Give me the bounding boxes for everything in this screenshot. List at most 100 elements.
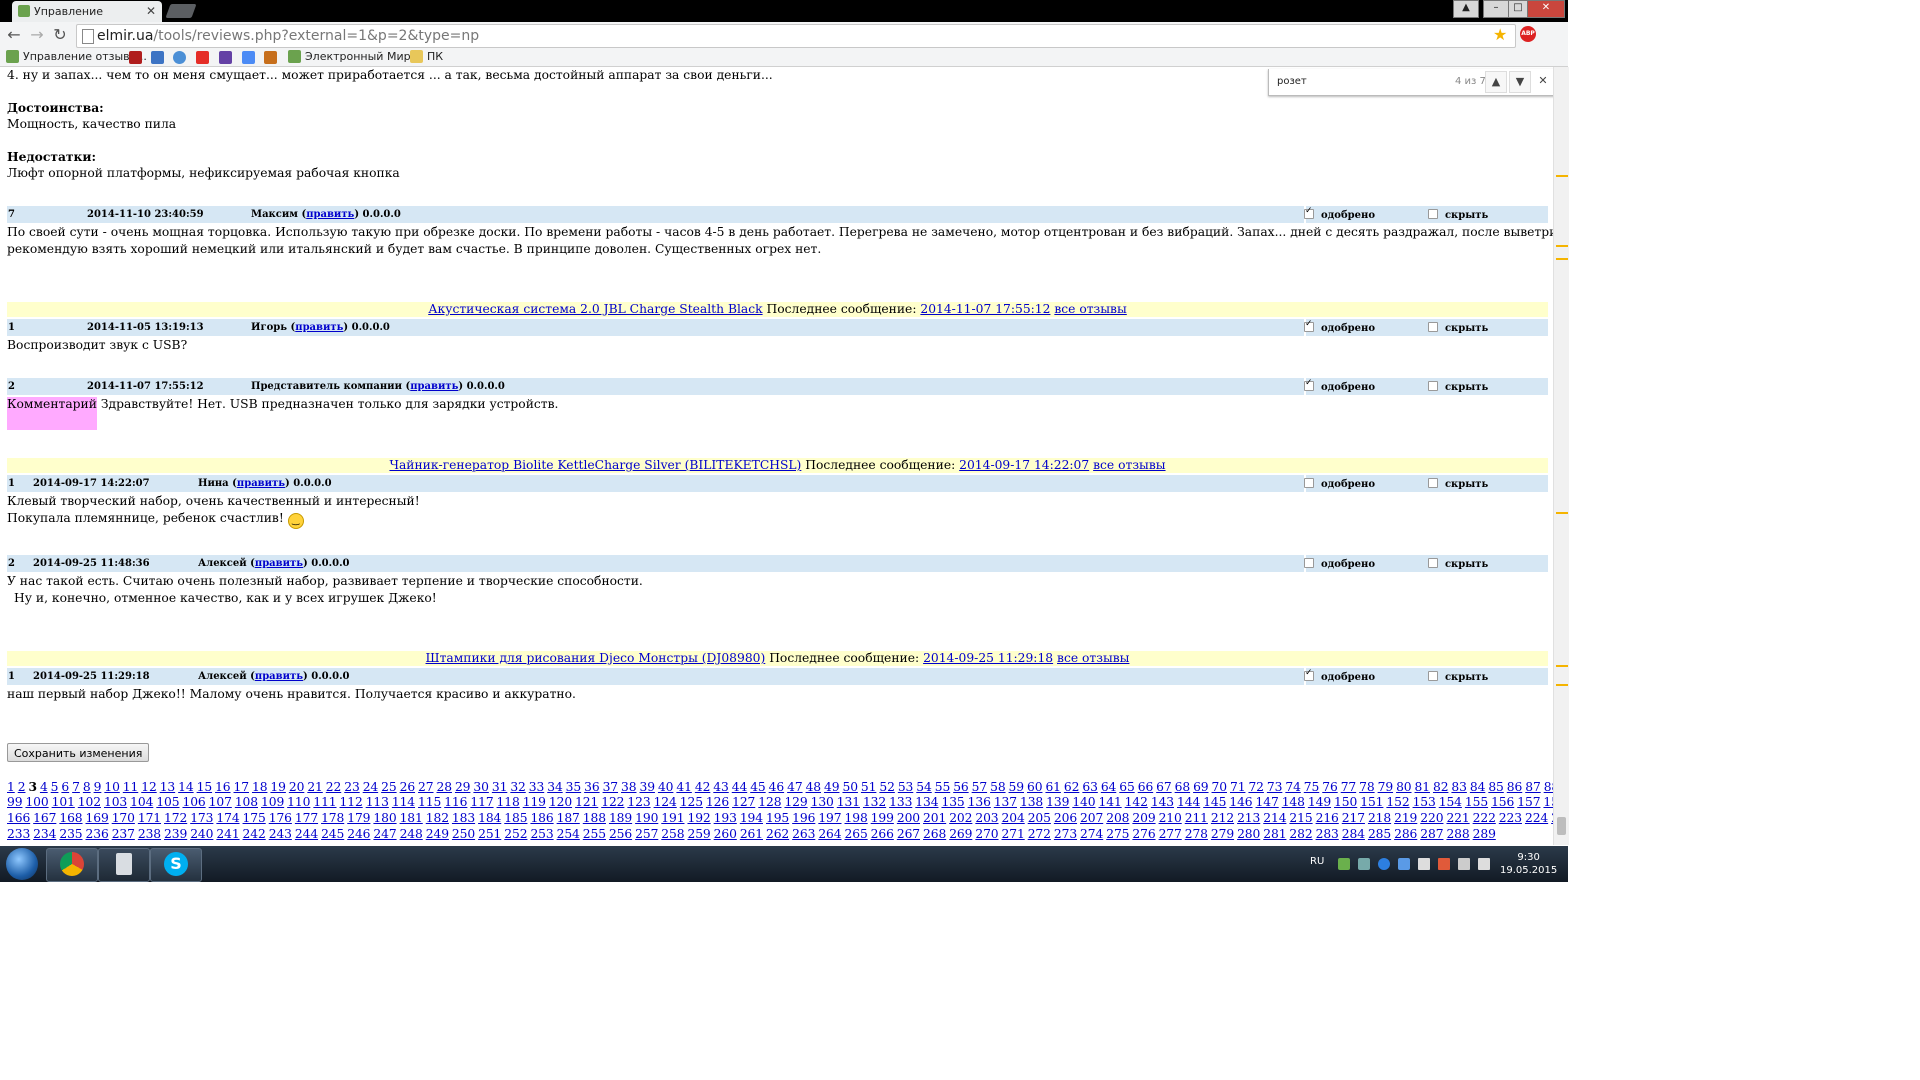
all-reviews-link[interactable]: все отзывы	[1057, 651, 1129, 665]
page-link[interactable]: 166	[7, 811, 30, 825]
page-link[interactable]: 71	[1230, 780, 1246, 794]
page-link[interactable]: 236	[86, 827, 109, 841]
page-link[interactable]: 56	[953, 780, 969, 794]
last-message-link[interactable]: 2014-11-07 17:55:12	[920, 302, 1050, 316]
page-link[interactable]: 70	[1212, 780, 1228, 794]
page-link[interactable]: 250	[452, 827, 475, 841]
approved-checkbox[interactable]: одобрено	[1304, 558, 1375, 570]
page-link[interactable]: 279	[1211, 827, 1234, 841]
page-link[interactable]: 120	[549, 795, 572, 809]
back-arrow-icon[interactable]: ←	[4, 24, 24, 46]
page-link[interactable]: 192	[687, 811, 710, 825]
page-link[interactable]: 1	[7, 780, 15, 794]
page-link[interactable]: 141	[1099, 795, 1122, 809]
page-link[interactable]: 255	[583, 827, 606, 841]
page-link[interactable]: 149	[1308, 795, 1331, 809]
page-link[interactable]: 278	[1185, 827, 1208, 841]
page-link[interactable]: 10	[104, 780, 120, 794]
bookmark-folder-pc[interactable]: ПК	[410, 50, 443, 63]
page-link[interactable]: 270	[975, 827, 998, 841]
checkbox-icon[interactable]	[1304, 668, 1314, 681]
page-link[interactable]: 247	[373, 827, 396, 841]
edit-link[interactable]: править	[255, 671, 303, 682]
page-link[interactable]: 142	[1125, 795, 1148, 809]
page-link[interactable]: 213	[1237, 811, 1260, 825]
page-link[interactable]: 32	[510, 780, 526, 794]
page-link[interactable]: 181	[400, 811, 423, 825]
twitch-icon[interactable]	[219, 51, 232, 64]
page-link[interactable]: 158	[1543, 795, 1553, 809]
hide-checkbox[interactable]: скрыть	[1428, 322, 1488, 334]
page-link[interactable]: 114	[392, 795, 415, 809]
page-link[interactable]: 76	[1322, 780, 1338, 794]
browser-tab[interactable]: Управление отзывами ✕	[12, 1, 162, 31]
page-link[interactable]: 107	[209, 795, 232, 809]
language-indicator[interactable]: RU	[1310, 856, 1324, 867]
page-link[interactable]: 172	[164, 811, 187, 825]
page-link[interactable]: 88	[1544, 780, 1553, 794]
page-link[interactable]: 122	[601, 795, 624, 809]
page-link[interactable]: 183	[452, 811, 475, 825]
page-link[interactable]: 150	[1334, 795, 1357, 809]
page-link[interactable]: 11	[123, 780, 139, 794]
page-link[interactable]: 126	[706, 795, 729, 809]
page-link[interactable]: 67	[1156, 780, 1172, 794]
page-link[interactable]: 175	[243, 811, 266, 825]
page-link[interactable]: 60	[1027, 780, 1043, 794]
adblock-icon[interactable]: ABP	[1520, 26, 1536, 42]
page-link[interactable]: 176	[269, 811, 292, 825]
page-link[interactable]: 19	[270, 780, 286, 794]
page-link[interactable]: 14	[178, 780, 194, 794]
page-link[interactable]: 68	[1175, 780, 1191, 794]
edit-link[interactable]: править	[410, 381, 458, 392]
page-link[interactable]: 86	[1507, 780, 1523, 794]
reload-icon[interactable]: ↻	[50, 24, 70, 46]
page-link[interactable]: 125	[680, 795, 703, 809]
approved-checkbox[interactable]: одобрено	[1304, 378, 1375, 393]
page-link[interactable]: 132	[863, 795, 886, 809]
page-link[interactable]: 248	[400, 827, 423, 841]
page-link[interactable]: 212	[1211, 811, 1234, 825]
page-link[interactable]: 174	[216, 811, 239, 825]
page-link[interactable]: 289	[1473, 827, 1496, 841]
hide-checkbox[interactable]: скрыть	[1428, 671, 1488, 683]
page-link[interactable]: 283	[1316, 827, 1339, 841]
hide-checkbox[interactable]: скрыть	[1428, 478, 1488, 490]
page-link[interactable]: 39	[639, 780, 655, 794]
page-link[interactable]: 186	[530, 811, 553, 825]
page-link[interactable]: 271	[1002, 827, 1025, 841]
page-link[interactable]: 124	[654, 795, 677, 809]
page-link[interactable]: 121	[575, 795, 598, 809]
page-link[interactable]: 18	[252, 780, 268, 794]
product-link[interactable]: Акустическая система 2.0 JBL Charge Stea…	[428, 302, 762, 316]
page-link[interactable]: 194	[740, 811, 763, 825]
page-link[interactable]: 222	[1473, 811, 1496, 825]
page-link[interactable]: 28	[437, 780, 453, 794]
page-link[interactable]: 8	[83, 780, 91, 794]
page-link[interactable]: 134	[915, 795, 938, 809]
page-link[interactable]: 145	[1203, 795, 1226, 809]
page-link[interactable]: 62	[1064, 780, 1080, 794]
page-link[interactable]: 106	[182, 795, 205, 809]
page-link[interactable]: 42	[695, 780, 711, 794]
approved-checkbox[interactable]: одобрено	[1304, 478, 1375, 490]
page-link[interactable]: 52	[879, 780, 895, 794]
checkbox-icon[interactable]	[1428, 671, 1438, 681]
checkbox-icon[interactable]	[1428, 209, 1438, 219]
page-link[interactable]: 84	[1470, 780, 1486, 794]
page-link[interactable]: 246	[347, 827, 370, 841]
find-next-icon[interactable]: ▼	[1509, 71, 1531, 93]
page-link[interactable]: 178	[321, 811, 344, 825]
page-link[interactable]: 265	[845, 827, 868, 841]
page-link[interactable]: 266	[871, 827, 894, 841]
page-link[interactable]: 48	[806, 780, 822, 794]
page-link[interactable]: 55	[935, 780, 951, 794]
page-link[interactable]: 136	[968, 795, 991, 809]
bookmark-icon[interactable]	[173, 51, 186, 64]
page-link[interactable]: 12	[141, 780, 157, 794]
page-link[interactable]: 251	[478, 827, 501, 841]
page-link[interactable]: 259	[687, 827, 710, 841]
page-link[interactable]: 37	[603, 780, 619, 794]
page-link[interactable]: 41	[676, 780, 692, 794]
page-link[interactable]: 82	[1433, 780, 1449, 794]
